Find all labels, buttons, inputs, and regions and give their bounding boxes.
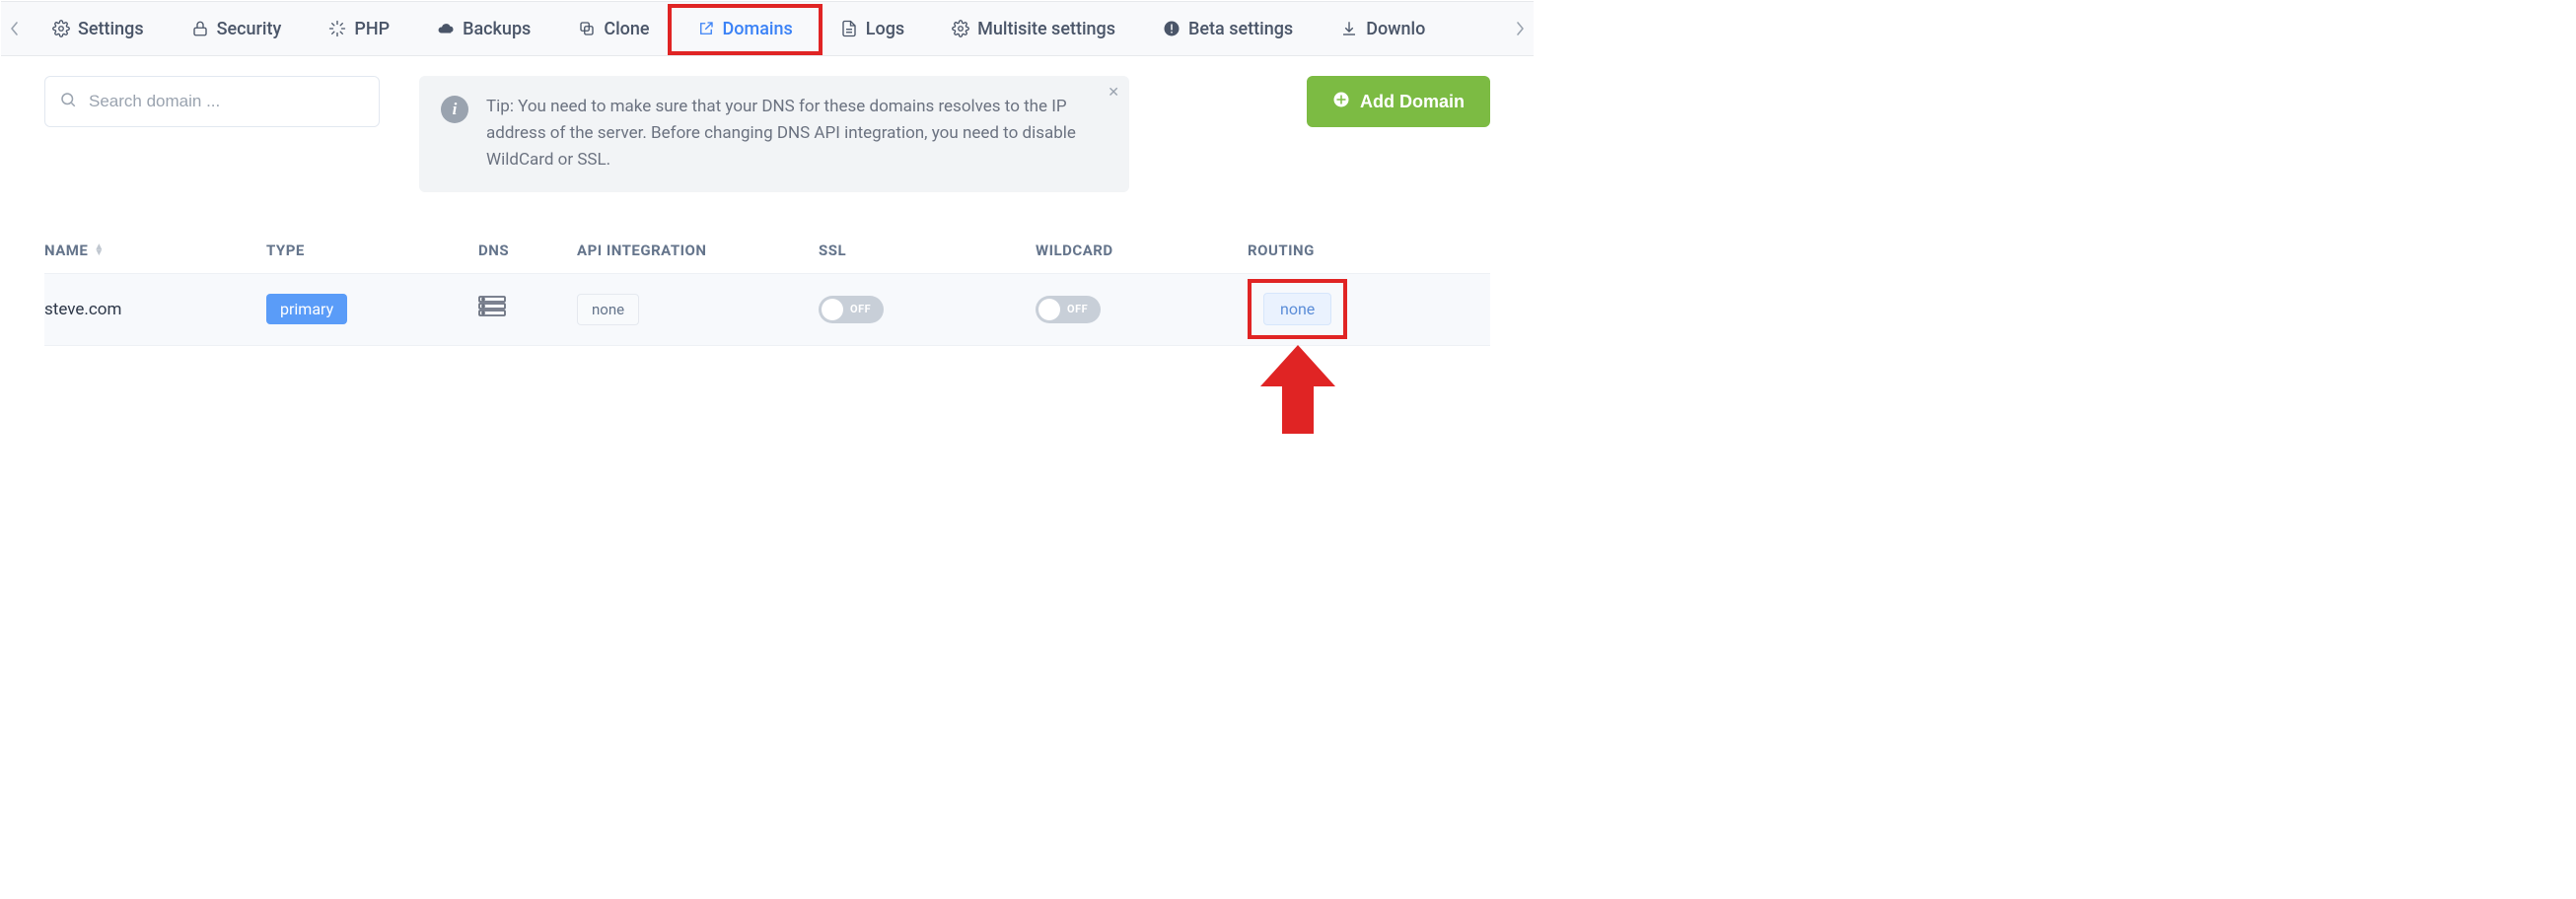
ssl-toggle[interactable]: OFF [819, 296, 884, 323]
search-input[interactable] [87, 91, 365, 112]
table-header: NAME ▲▼ TYPE DNS API INTEGRATION SSL WIL… [44, 242, 1490, 273]
column-header-routing: ROUTING [1248, 242, 1445, 259]
tab-backups[interactable]: Backups [413, 2, 554, 55]
file-text-icon [840, 20, 858, 37]
nav-scroll-right[interactable] [1506, 2, 1534, 55]
add-domain-button[interactable]: Add Domain [1307, 76, 1490, 127]
wildcard-toggle-label: OFF [1067, 303, 1088, 315]
tab-label: Logs [866, 19, 904, 39]
tab-label: Beta settings [1188, 19, 1293, 39]
tip-text: Tip: You need to make sure that your DNS… [486, 94, 1108, 174]
tab-multisite-settings[interactable]: Multisite settings [928, 2, 1139, 55]
tab-label: Clone [604, 19, 649, 39]
tip-close-button[interactable]: ✕ [1108, 82, 1119, 104]
tab-php[interactable]: PHP [305, 2, 413, 55]
wildcard-toggle[interactable]: OFF [1036, 296, 1101, 323]
column-header-ssl: SSL [819, 242, 1036, 259]
tab-download[interactable]: Downlo [1317, 2, 1449, 55]
external-link-icon [697, 20, 715, 37]
search-input-wrap[interactable] [44, 76, 380, 127]
column-header-type: TYPE [266, 242, 478, 259]
domain-type-badge: primary [266, 294, 347, 324]
tab-label: Backups [463, 19, 531, 39]
domains-table: NAME ▲▼ TYPE DNS API INTEGRATION SSL WIL… [44, 242, 1490, 346]
cell-name: steve.com [44, 300, 266, 319]
sort-icon: ▲▼ [94, 244, 106, 256]
annotation-arrow-up-icon [1258, 345, 1337, 434]
add-domain-label: Add Domain [1360, 92, 1465, 112]
column-header-api: API INTEGRATION [577, 242, 819, 259]
column-header-wildcard: WILDCARD [1036, 242, 1248, 259]
tip-banner: i Tip: You need to make sure that your D… [419, 76, 1129, 192]
alert-icon [1163, 20, 1181, 37]
tab-label: Settings [78, 19, 144, 39]
search-icon [59, 91, 77, 113]
gear-icon [52, 20, 70, 37]
nav-scroll-left[interactable] [1, 2, 29, 55]
tab-label: Domains [723, 19, 793, 39]
tab-label: Multisite settings [977, 19, 1115, 39]
gear-icon [952, 20, 969, 37]
column-header-name[interactable]: NAME ▲▼ [44, 242, 266, 259]
copy-icon [578, 20, 596, 37]
tab-clone[interactable]: Clone [554, 2, 673, 55]
top-nav: Settings Security PHP Backups [1, 1, 1534, 56]
plus-circle-icon [1332, 91, 1350, 113]
dns-icon[interactable] [478, 296, 577, 322]
tab-logs[interactable]: Logs [817, 2, 928, 55]
api-integration-value[interactable]: none [577, 294, 639, 325]
routing-button[interactable]: none [1263, 293, 1331, 325]
tab-label: Downlo [1366, 19, 1425, 39]
tab-label: Security [217, 19, 282, 39]
tab-settings[interactable]: Settings [29, 2, 168, 55]
ssl-toggle-label: OFF [850, 303, 871, 315]
column-header-label: NAME [44, 242, 88, 259]
column-header-dns: DNS [478, 242, 577, 259]
download-icon [1340, 20, 1358, 37]
cloud-icon [437, 20, 455, 37]
loader-icon [328, 20, 346, 37]
annotation-highlight-routing: none [1248, 279, 1347, 339]
lock-icon [191, 20, 209, 37]
tab-label: PHP [354, 19, 390, 39]
tab-beta-settings[interactable]: Beta settings [1139, 2, 1317, 55]
info-icon: i [441, 96, 468, 123]
tab-security[interactable]: Security [168, 2, 306, 55]
tab-domains[interactable]: Domains [674, 2, 817, 55]
table-row: steve.com primary none [44, 273, 1490, 346]
